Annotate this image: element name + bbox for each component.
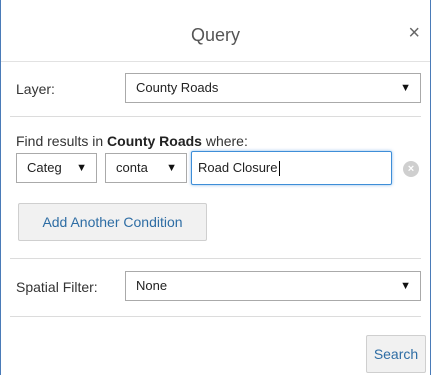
conditions-intro: Find results in County Roads where:	[16, 133, 248, 149]
layer-select-value: County Roads	[136, 80, 219, 95]
text-caret	[278, 161, 280, 177]
spatial-filter-select[interactable]: None ▼	[125, 271, 421, 301]
dialog-header: Query ×	[1, 0, 430, 62]
chevron-down-icon: ▼	[166, 162, 177, 174]
spatial-filter-label: Spatial Filter:	[16, 279, 98, 295]
search-button[interactable]: Search	[366, 335, 426, 373]
divider	[10, 258, 421, 259]
spatial-filter-value: None	[136, 278, 168, 293]
chevron-down-icon: ▼	[400, 82, 411, 94]
chevron-down-icon: ▼	[400, 280, 411, 292]
operator-select-value: conta	[116, 160, 148, 175]
divider	[10, 316, 421, 317]
layer-label: Layer:	[16, 81, 55, 97]
condition-value-input[interactable]: Road Closure	[191, 151, 392, 185]
remove-condition-icon[interactable]: ×	[403, 161, 419, 177]
conditions-layer-name: County Roads	[107, 133, 202, 149]
add-condition-button[interactable]: Add Another Condition	[18, 203, 207, 241]
operator-select[interactable]: conta ▼	[105, 153, 187, 183]
dialog-title: Query	[190, 25, 241, 45]
chevron-down-icon: ▼	[76, 162, 87, 174]
field-select-value: Categ	[27, 160, 62, 175]
divider	[10, 116, 421, 117]
close-icon[interactable]: ×	[408, 23, 420, 43]
field-select[interactable]: Categ ▼	[16, 153, 97, 183]
layer-select[interactable]: County Roads ▼	[125, 73, 421, 103]
query-dialog: Query × Layer: County Roads ▼ Find resul…	[0, 0, 431, 375]
